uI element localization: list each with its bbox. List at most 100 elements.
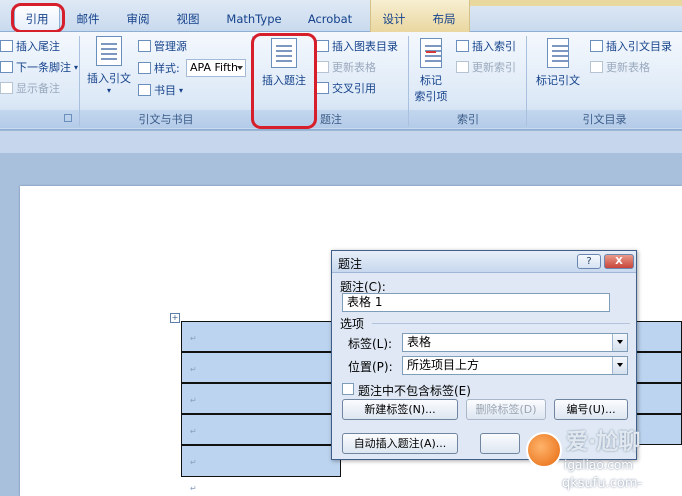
autocaption-button[interactable]: 自动插入题注(A)... (342, 433, 458, 454)
delete-label-button[interactable]: 删除标签(D) (466, 399, 546, 420)
mark-entry-label-line2: 索引项 (414, 90, 448, 103)
paragraph-mark: ↵ (190, 334, 197, 343)
table-cell[interactable] (636, 383, 682, 414)
tab-acrobat[interactable]: Acrobat (302, 9, 358, 29)
options-separator (372, 323, 630, 324)
watermark-url-2: qksufu.com- (562, 476, 643, 491)
dialog-title: 题注 (338, 257, 363, 271)
position-label: 位置(P): (348, 360, 393, 374)
new-label-button[interactable]: 新建标签(N)... (342, 399, 458, 420)
bibliography-label: 书目 (154, 84, 176, 97)
show-notes-icon (0, 82, 13, 94)
chevron-down-icon[interactable] (612, 334, 627, 351)
watermark: 爱·尬聊 igaliao.com qksufu.com- (522, 418, 682, 496)
ok-button[interactable] (480, 433, 520, 454)
close-button[interactable]: X (604, 254, 634, 269)
mark-entry-icon (420, 38, 442, 68)
chevron-down-icon: ▾ (74, 62, 79, 72)
caption-input[interactable]: 表格 1 (342, 293, 610, 312)
mark-citation-icon (547, 38, 569, 68)
insert-toa-button[interactable]: 插入引文目录 (590, 38, 672, 54)
tab-layout[interactable]: 布局 (424, 9, 464, 29)
tab-design[interactable]: 设计 (374, 9, 414, 29)
bibliography-button[interactable]: 书目 ▾ (138, 82, 183, 98)
exclude-label-text: 题注中不包含标签(E) (358, 384, 471, 398)
watermark-brand: 爱·尬聊 (566, 430, 641, 455)
manage-sources-button[interactable]: 管理源 (138, 38, 187, 54)
table-cell[interactable]: ↵ (181, 321, 341, 352)
citation-style-value: APA Fifth (190, 61, 239, 74)
insert-index-button[interactable]: 插入索引 (456, 38, 516, 54)
update-toa-label: 更新表格 (606, 61, 650, 74)
citation-style-dropdown[interactable]: APA Fifth (186, 59, 246, 77)
show-notes-button[interactable]: 显示备注 (0, 80, 60, 96)
cross-reference-button[interactable]: 交叉引用 (316, 80, 376, 96)
next-footnote-icon (0, 61, 13, 73)
table-cell[interactable]: ↵ (181, 352, 341, 383)
label-select-value: 表格 (407, 335, 432, 349)
mark-citation-button[interactable]: 标记引文 (530, 38, 586, 88)
table-cell[interactable]: ↵ (181, 414, 341, 445)
position-select[interactable]: 所选项目上方 (402, 356, 628, 375)
toa-group-label: 引文目录 (582, 113, 627, 126)
cross-reference-label: 交叉引用 (332, 82, 376, 95)
style-selector: 样式: (138, 60, 180, 76)
insert-endnote-label: 插入尾注 (16, 40, 60, 53)
manage-sources-label: 管理源 (154, 40, 187, 53)
insert-index-icon (456, 40, 469, 52)
chevron-down-icon[interactable] (612, 357, 627, 374)
tab-review[interactable]: 审阅 (120, 9, 156, 29)
tab-view[interactable]: 视图 (170, 9, 206, 29)
position-select-value: 所选项目上方 (407, 358, 480, 372)
table-cell[interactable] (636, 352, 682, 383)
highlight-tab-references (11, 3, 65, 33)
insert-citation-icon (96, 36, 122, 66)
next-footnote-label: 下一条脚注 (16, 61, 71, 74)
update-index-icon (456, 61, 469, 73)
update-toa-icon (590, 61, 603, 73)
cross-reference-icon (316, 82, 329, 94)
help-button[interactable]: ? (577, 254, 601, 269)
ribbon-tab-bar: 引用 邮件 审阅 视图 MathType Acrobat 设计 布局 (0, 0, 682, 33)
bibliography-icon (138, 84, 151, 96)
insert-citation-button[interactable]: 插入引文 ▾ (84, 36, 134, 95)
manage-sources-icon (138, 40, 151, 52)
tab-mathtype[interactable]: MathType (220, 9, 288, 29)
watermark-url-1: igaliao.com (564, 458, 633, 472)
paragraph-mark: ↵ (190, 458, 197, 467)
insert-index-label: 插入索引 (472, 40, 516, 53)
table-of-figures-icon (316, 40, 329, 52)
update-table-button[interactable]: 更新表格 (316, 59, 376, 75)
insert-endnote-button[interactable]: 插入尾注 (0, 38, 60, 54)
chevron-down-icon (237, 66, 243, 70)
table-cell[interactable]: ↵ (181, 383, 341, 414)
red-mark (426, 51, 436, 53)
numbering-button[interactable]: 编号(U)... (554, 399, 628, 420)
mark-citation-label: 标记引文 (536, 74, 580, 87)
update-toa-button[interactable]: 更新表格 (590, 59, 650, 75)
paragraph-mark: ↵ (190, 427, 197, 436)
table-cell[interactable]: ↵ (181, 445, 341, 477)
table-cell[interactable] (636, 321, 682, 352)
mark-entry-button[interactable]: 标记 索引项 (410, 38, 452, 104)
update-index-button[interactable]: 更新索引 (456, 59, 516, 75)
citations-group-label: 引文与书目 (138, 113, 194, 126)
exclude-label-checkbox[interactable] (342, 383, 354, 395)
insert-toa-icon (590, 40, 603, 52)
update-table-label: 更新表格 (332, 61, 376, 74)
ribbon: 插入尾注 下一条脚注 ▾ 显示备注 插入引文 ▾ 管理源 样式: APA Fif… (0, 32, 682, 130)
table-move-handle-icon[interactable]: + (170, 313, 180, 323)
chevron-down-icon: ▾ (179, 85, 184, 95)
update-index-label: 更新索引 (472, 61, 516, 74)
label-select[interactable]: 表格 (402, 333, 628, 352)
tab-mailings[interactable]: 邮件 (70, 9, 106, 29)
insert-citation-label: 插入引文 (87, 72, 131, 85)
chevron-down-icon: ▾ (106, 86, 111, 95)
next-footnote-button[interactable]: 下一条脚注 ▾ (0, 59, 78, 75)
dialog-title-bar[interactable]: 题注 ? X (332, 251, 636, 273)
paragraph-mark: ↵ (190, 484, 197, 493)
insert-table-of-figures-button[interactable]: 插入图表目录 (316, 38, 398, 54)
show-notes-label: 显示备注 (16, 82, 60, 95)
paragraph-mark: ↵ (190, 365, 197, 374)
dialog-launcher-icon[interactable] (64, 114, 72, 122)
